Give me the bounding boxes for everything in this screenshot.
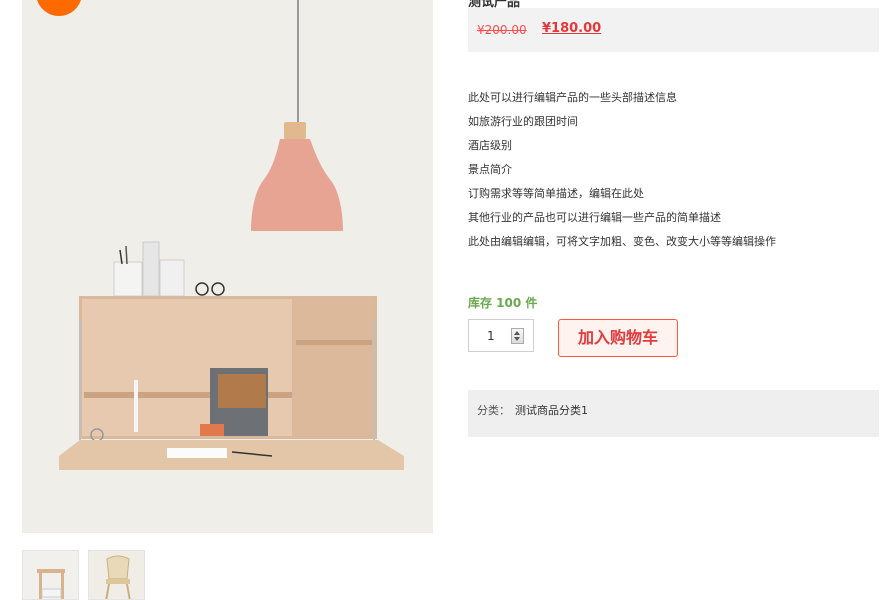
spin-up-icon[interactable] [514, 331, 520, 335]
description-line: 订购需求等等简单描述，编辑在此处 [468, 187, 644, 200]
description-line: 如旅游行业的跟团时间 [468, 115, 578, 128]
chair-icon [105, 555, 131, 599]
product-main-image [22, 0, 433, 533]
spin-down-icon[interactable] [514, 337, 520, 341]
side-table-icon [37, 569, 65, 599]
add-to-cart-button[interactable]: 加入购物车 [558, 319, 678, 357]
category-bar: 分类： 测试商品分类1 [468, 390, 879, 437]
original-price: ¥200.00 [477, 23, 527, 37]
category-label: 分类： [477, 404, 510, 417]
thumbnail-chair[interactable] [88, 550, 145, 600]
description-line: 酒店级别 [468, 139, 512, 152]
stock-count: 库存 100 件 [468, 296, 538, 310]
quantity-stepper[interactable]: 1 [468, 319, 534, 352]
description-line: 景点简介 [468, 163, 512, 176]
sale-price: ¥180.00 [542, 21, 602, 36]
quantity-spinner[interactable] [511, 328, 524, 344]
lamp-desk-illustration [59, 0, 404, 470]
category-link[interactable]: 测试商品分类1 [515, 402, 588, 418]
description-line: 此处可以进行编辑产品的一些头部描述信息 [468, 91, 677, 104]
description-line: 其他行业的产品也可以进行编辑一些产品的简单描述 [468, 211, 721, 224]
thumbnail-side-table[interactable] [22, 550, 79, 600]
description-line: 此处由编辑编辑，可将文字加粗、变色、改变大小等等编辑操作 [468, 235, 776, 248]
price-bar: ¥200.00 ¥180.00 [468, 8, 879, 52]
product-description: 此处可以进行编辑产品的一些头部描述信息 如旅游行业的跟团时间 酒店级别 景点简介… [468, 90, 776, 258]
quantity-input[interactable]: 1 [487, 329, 495, 343]
